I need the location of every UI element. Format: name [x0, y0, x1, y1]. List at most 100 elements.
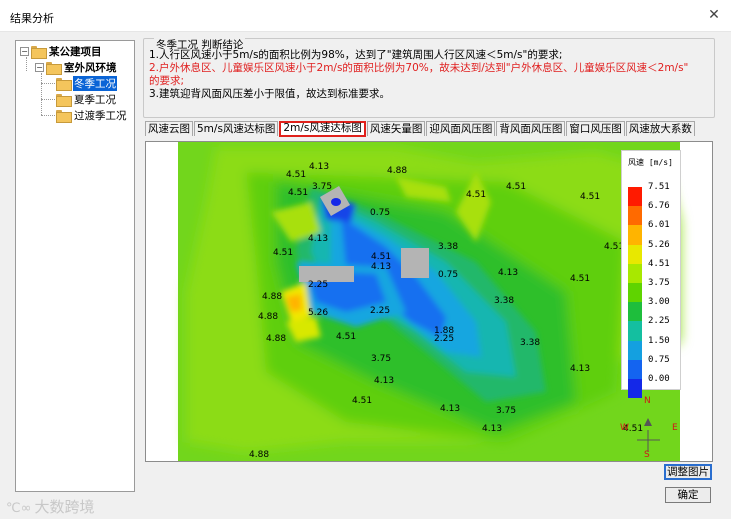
contour-value-label: 4.88	[266, 334, 287, 344]
contour-value-label: 4.51	[371, 252, 392, 262]
contour-value-label: 4.13	[308, 234, 329, 244]
contour-value-label: 4.13	[440, 404, 461, 414]
tree-connector	[41, 115, 55, 116]
tree-connector	[41, 99, 55, 100]
tree-item-label: 冬季工况	[73, 75, 117, 91]
legend-value-label: 2.25	[648, 316, 670, 327]
contour-value-label: 3.38	[438, 242, 459, 252]
tree-node-root-label: 某公建项目	[49, 45, 102, 58]
project-tree[interactable]: − 某公建项目 − 室外风环境 冬季工况 夏季工况 过渡季工况	[15, 40, 135, 492]
legend-swatch	[628, 321, 642, 341]
tree-node-group[interactable]: − 室外风环境	[35, 59, 118, 75]
legend-value-label: 6.76	[648, 201, 670, 212]
contour-value-label: 5.26	[308, 308, 329, 318]
window-title: 结果分析	[10, 12, 54, 25]
contour-value-label: 4.51	[286, 170, 307, 180]
contour-value-label: 4.13	[498, 268, 519, 278]
tree-item-summer[interactable]: 夏季工况	[56, 91, 117, 107]
legend-value-label: 7.51	[648, 182, 670, 192]
collapse-icon[interactable]: −	[35, 62, 44, 72]
legend-swatch	[628, 283, 642, 303]
calm-zone	[331, 198, 341, 206]
tree-item-transition[interactable]: 过渡季工况	[56, 107, 128, 123]
contour-value-label: 4.13	[570, 364, 591, 374]
legend-swatch	[628, 206, 642, 226]
contour-value-label: 4.88	[262, 292, 283, 302]
contour-value-label: 0.75	[370, 208, 391, 218]
contour-value-label: 3.75	[496, 406, 517, 416]
contour-value-label: 4.51	[570, 274, 591, 284]
contour-value-label: 3.38	[520, 338, 541, 348]
legend-title: 风速 [m/s]	[628, 158, 673, 167]
conclusion-line-2-cont: 的要求;	[149, 75, 185, 87]
legend-value-label: 1.50	[648, 335, 670, 346]
folder-icon	[56, 93, 72, 107]
compass-west-label: W	[620, 423, 629, 433]
tab-5ms-compliance[interactable]: 5m/s风速达标图	[194, 121, 279, 136]
legend-value-label: 3.00	[648, 297, 670, 308]
compass-east-label: E	[672, 423, 678, 433]
contour-value-label: 4.51	[580, 192, 601, 202]
legend-swatch	[628, 244, 642, 264]
legend-value-label: 6.01	[648, 220, 670, 231]
folder-icon	[56, 109, 72, 123]
watermark-text: 大数跨境	[34, 498, 95, 516]
contour-value-label: 2.25	[308, 280, 329, 290]
tree-item-label: 夏季工况	[74, 93, 116, 106]
window-title-bar: 结果分析 ✕	[0, 0, 731, 32]
tab-wind-vector[interactable]: 风速矢量图	[366, 121, 426, 136]
contour-value-label: 4.51	[506, 182, 527, 192]
contour-value-label: 4.88	[258, 312, 279, 322]
contour-value-label: 4.51	[288, 188, 309, 198]
close-icon[interactable]: ✕	[705, 6, 723, 24]
tree-node-root[interactable]: − 某公建项目	[20, 43, 103, 59]
contour-value-label: 4.51	[336, 332, 357, 342]
legend-swatch	[628, 379, 642, 399]
legend-swatch	[628, 359, 642, 379]
contour-value-label: 4.51	[352, 396, 373, 406]
legend-value-label: 3.75	[648, 278, 670, 288]
tree-connector	[41, 83, 55, 84]
legend-swatch	[628, 263, 642, 283]
contour-value-label: 4.88	[249, 450, 270, 460]
contour-value-label: 2.25	[370, 306, 391, 316]
conclusion-line-1: 1.人行区风速小于5m/s的面积比例为98%，达到了"建筑周围人行区风速＜5m/…	[149, 49, 563, 61]
tab-window-pressure[interactable]: 窗口风压图	[566, 121, 625, 136]
legend-value-label: 0.75	[648, 354, 670, 365]
legend-swatch	[628, 302, 642, 322]
legend-value-label: 4.51	[648, 258, 670, 269]
wind-result-image: 4.13 4.51 3.75 4.51 4.88 4.51 4.51 4.51 …	[145, 141, 713, 462]
result-tabs: 风速云图 5m/s风速达标图 2m/s风速达标图 风速矢量图 迎风面风压图 背风…	[145, 121, 696, 137]
tree-connector	[41, 73, 42, 115]
collapse-icon[interactable]: −	[20, 46, 29, 56]
compass-north-label: N	[644, 396, 651, 406]
contour-value-label: 4.51	[466, 190, 487, 200]
contour-value-label: 2.25	[434, 334, 455, 344]
contour-value-label: 4.51	[273, 248, 294, 258]
tab-amplification[interactable]: 风速放大系数	[625, 121, 695, 136]
contour-value-label: 3.75	[312, 182, 333, 192]
contour-value-label: 4.88	[387, 166, 408, 176]
tab-2ms-compliance[interactable]: 2m/s风速达标图	[279, 121, 366, 137]
wind-speed-legend: 风速 [m/s] 7.51 6.76 6.01 5.26 4.51 3.75 3.00 2.2…	[621, 150, 681, 399]
contour-value-label: 4.13	[482, 424, 503, 434]
legend-swatch	[628, 187, 642, 207]
building-block	[401, 248, 429, 278]
conclusion-line-3: 3.建筑迎背风面风压差小于限值，故达到标准要求。	[149, 88, 391, 100]
folder-icon	[31, 45, 47, 59]
contour-value-label: 0.75	[438, 270, 459, 280]
contour-value-label: 4.13	[371, 262, 392, 272]
contour-value-label: 4.13	[374, 376, 395, 386]
tree-item-winter[interactable]: 冬季工况	[56, 75, 117, 91]
adjust-image-button[interactable]: 调整图片	[664, 464, 712, 480]
ok-button[interactable]: 确定	[665, 487, 711, 503]
tab-leeward-pressure[interactable]: 背风面风压图	[496, 121, 566, 136]
tree-item-label: 过渡季工况	[74, 109, 127, 122]
conclusion-line-2: 2.户外休息区、儿童娱乐区风速小于2m/s的面积比例为70%，故未达到/达到"户…	[149, 62, 689, 74]
tree-connector	[26, 57, 27, 71]
tab-wind-speed-contour[interactable]: 风速云图	[145, 121, 193, 136]
folder-icon	[56, 77, 72, 91]
watermark: ℃∞ 大数跨境	[6, 496, 94, 517]
tab-windward-pressure[interactable]: 迎风面风压图	[426, 121, 496, 136]
contour-value-label: 4.13	[309, 162, 330, 172]
